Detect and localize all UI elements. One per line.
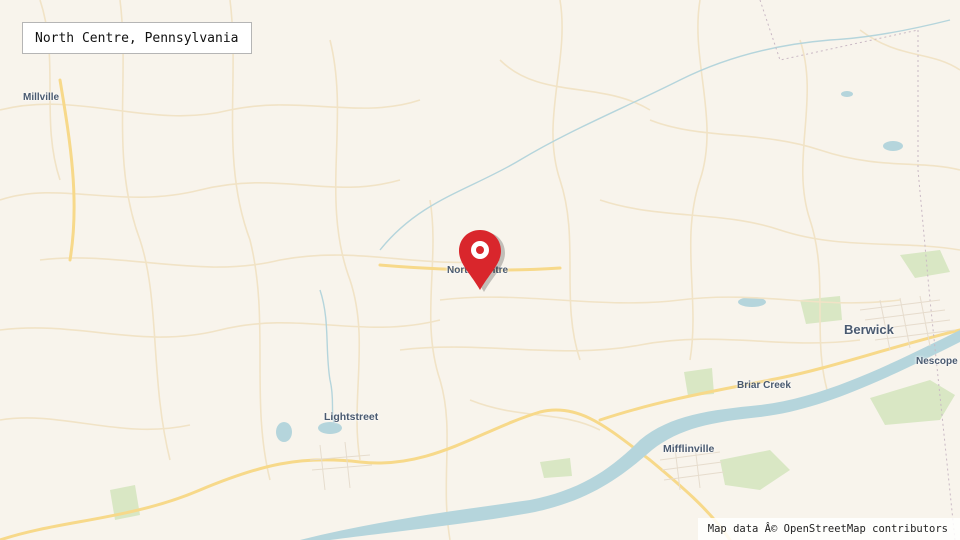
- lakes: [276, 91, 903, 442]
- map-view[interactable]: North Centre, Pennsylvania Millville Nor…: [0, 0, 960, 540]
- park-areas: [110, 250, 955, 520]
- pin-body: [459, 230, 501, 290]
- pin-center: [476, 246, 484, 254]
- county-boundary: [917, 30, 956, 540]
- place-label-millville[interactable]: Millville: [23, 92, 59, 103]
- susquehanna-river: [300, 330, 960, 540]
- place-label-mifflinville[interactable]: Mifflinville: [663, 443, 714, 455]
- place-label-lightstreet[interactable]: Lightstreet: [324, 411, 378, 423]
- county-boundary-north: [759, 0, 919, 61]
- map-attribution[interactable]: Map data Â© OpenStreetMap contributors: [697, 518, 960, 540]
- location-title: North Centre, Pennsylvania: [22, 22, 252, 54]
- streams: [319, 19, 951, 426]
- map-pin-icon[interactable]: [455, 228, 507, 296]
- place-label-berwick[interactable]: Berwick: [844, 322, 894, 337]
- place-label-nescopeck[interactable]: Nescope: [916, 356, 958, 367]
- place-label-briar-creek[interactable]: Briar Creek: [737, 380, 791, 391]
